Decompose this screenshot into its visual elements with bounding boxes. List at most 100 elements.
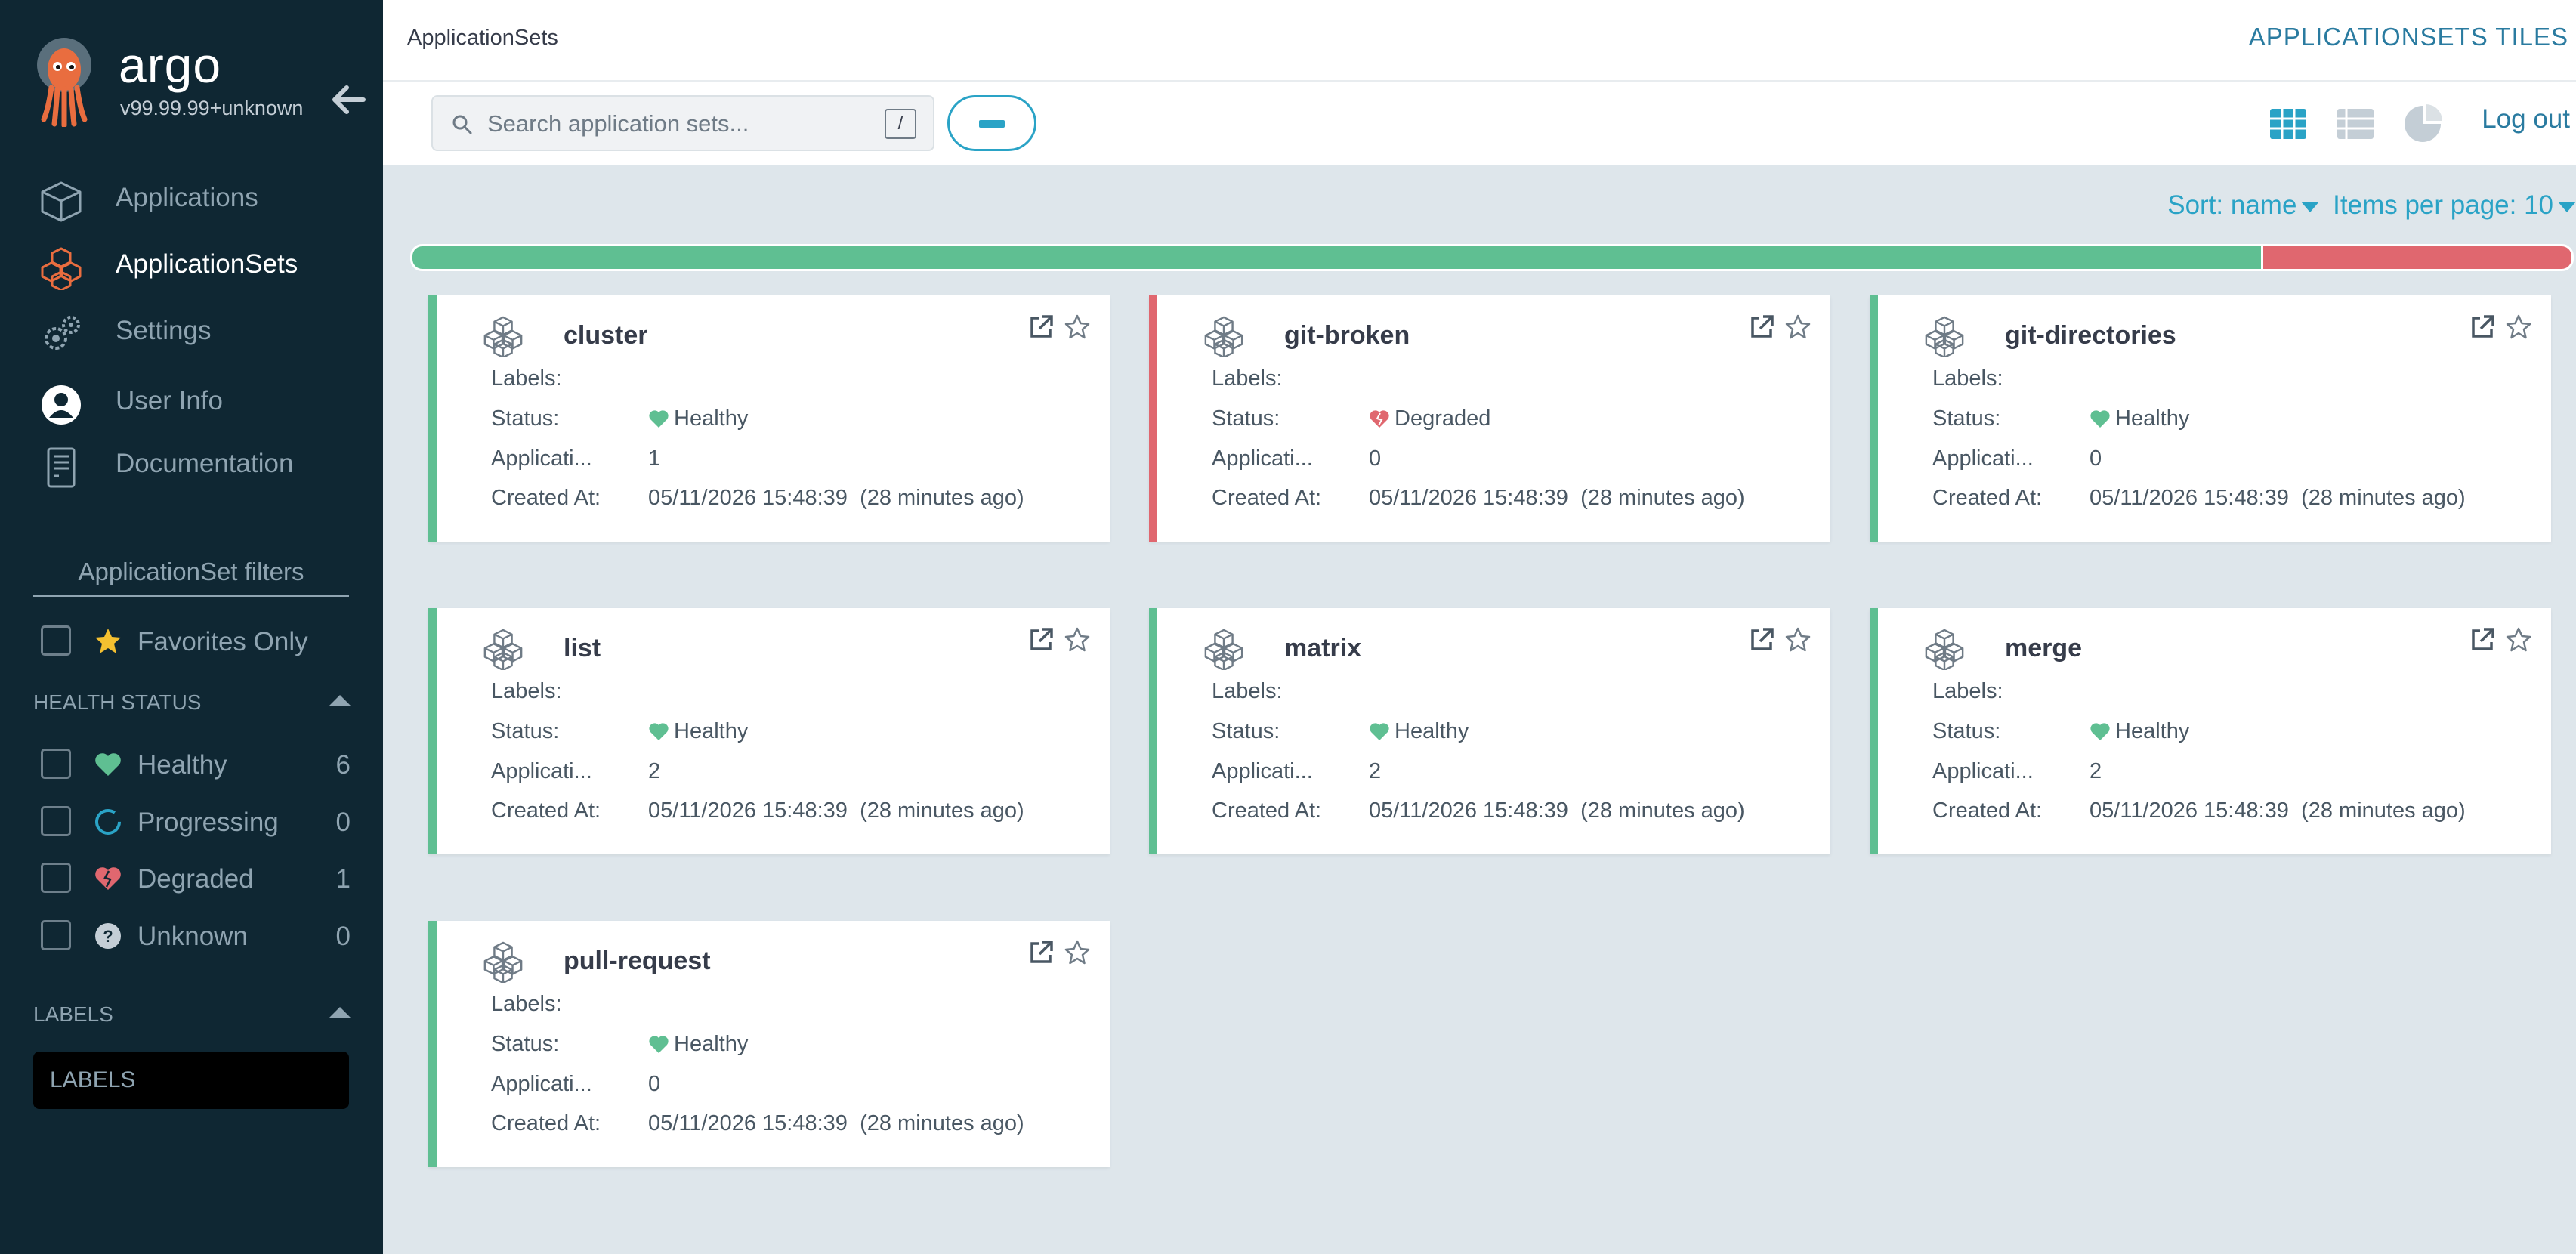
applications-count: 0 (2090, 446, 2102, 471)
applicationset-tile-merge[interactable]: merge Labels: Status: Healthy Applicati.… (1870, 608, 2551, 854)
applicationset-tile-pull-request[interactable]: pull-request Labels: Status: Healthy App… (428, 921, 1110, 1167)
toolbar: / Log out (383, 82, 2576, 165)
applicationset-cubes-icon (1204, 316, 1243, 357)
health-filter-progressing[interactable]: Progressing 0 (41, 800, 351, 842)
status-value: Healthy (2090, 719, 2189, 744)
created-relative: (28 minutes ago) (860, 798, 1024, 823)
nav-item-settings[interactable]: Settings (0, 301, 383, 361)
tiles-view-icon[interactable] (2267, 103, 2309, 145)
external-link-icon[interactable] (1748, 626, 1775, 653)
health-filter-degraded[interactable]: Degraded 1 (41, 857, 351, 899)
pie-chart-view-icon[interactable] (2401, 103, 2444, 145)
collapse-sidebar-arrow-icon[interactable] (329, 83, 366, 116)
applications-count: 0 (648, 1072, 661, 1096)
external-link-icon[interactable] (2469, 626, 2496, 653)
logout-button[interactable]: Log out (2482, 104, 2570, 134)
favorite-star-icon[interactable] (1784, 626, 1812, 653)
tile-name[interactable]: git-directories (2005, 321, 2176, 351)
applications-count: 2 (1369, 759, 1382, 783)
health-bar-healthy-segment (412, 246, 2264, 269)
items-per-page-label: Items per page: 10 (2333, 190, 2553, 220)
tile-name[interactable]: git-broken (1284, 321, 1410, 351)
health-checkbox[interactable] (41, 749, 71, 779)
favorite-star-icon[interactable] (2505, 314, 2532, 341)
status-field-label: Status: (491, 719, 560, 743)
external-link-icon[interactable] (2469, 314, 2496, 341)
heart-broken-icon (95, 867, 121, 890)
created-at-value: 05/11/2026 15:48:39 (28 minutes ago) (2090, 486, 2466, 511)
external-link-icon[interactable] (1027, 314, 1055, 341)
health-heart-icon (1370, 410, 1389, 428)
filters-title: ApplicationSet filters (33, 558, 349, 597)
tile-name[interactable]: list (564, 634, 601, 663)
applicationset-tile-cluster[interactable]: cluster Labels: Status: Healthy Applicat… (428, 295, 1110, 542)
favorites-checkbox[interactable] (41, 625, 71, 656)
created-at-field-label: Created At: (1932, 486, 2043, 510)
gears-icon (45, 316, 80, 350)
status-value: Healthy (648, 1032, 748, 1057)
favorite-star-icon[interactable] (1064, 626, 1091, 653)
favorite-star-icon[interactable] (1784, 314, 1812, 341)
status-value: Degraded (1369, 406, 1490, 431)
health-checkbox[interactable] (41, 863, 71, 893)
applications-field-label: Applicati... (491, 759, 592, 783)
favorite-star-icon[interactable] (2505, 626, 2532, 653)
search-icon (452, 115, 472, 134)
question-circle-icon: ? (95, 923, 121, 949)
nav-item-applicationsets[interactable]: ApplicationSets (0, 234, 383, 295)
status-text: Healthy (674, 1032, 749, 1056)
labels-section-header[interactable]: LABELS (33, 1002, 351, 1033)
tile-name[interactable]: matrix (1284, 634, 1361, 663)
health-heart-icon (2090, 723, 2110, 740)
items-per-page-dropdown[interactable]: Items per page: 10 (2333, 190, 2576, 220)
favorites-only-filter[interactable]: Favorites Only (41, 619, 351, 662)
status-text: Healthy (674, 719, 749, 743)
status-value: Healthy (1369, 719, 1469, 744)
health-checkbox[interactable] (41, 806, 71, 836)
collapse-caret-icon[interactable] (329, 1007, 351, 1018)
sort-dropdown[interactable]: Sort: name (2167, 190, 2320, 220)
created-at-field-label: Created At: (1212, 798, 1322, 823)
collapse-caret-icon[interactable] (329, 695, 351, 706)
health-checkbox[interactable] (41, 920, 71, 950)
labels-field-label: Labels: (1212, 366, 1283, 391)
labels-field-label: Labels: (1212, 679, 1283, 703)
caret-down-icon (2558, 201, 2576, 212)
applicationset-tile-matrix[interactable]: matrix Labels: Status: Healthy Applicati… (1149, 608, 1830, 854)
applications-field-label: Applicati... (1932, 446, 2034, 471)
user-circle-icon (42, 385, 81, 425)
health-filter-healthy[interactable]: Healthy 6 (41, 743, 351, 785)
tile-name[interactable]: merge (2005, 634, 2082, 663)
applications-count: 0 (1369, 446, 1382, 471)
search-input[interactable] (486, 106, 851, 142)
external-link-icon[interactable] (1027, 626, 1055, 653)
search-shortcut-key: / (885, 109, 916, 139)
nav-item-documentation[interactable]: Documentation (0, 434, 383, 494)
favorite-star-icon[interactable] (1064, 939, 1091, 966)
external-link-icon[interactable] (1748, 314, 1775, 341)
list-view-icon[interactable] (2334, 103, 2377, 145)
breadcrumb[interactable]: ApplicationSets (407, 26, 558, 51)
sort-controls: Sort: name Items per page: 10 (2167, 190, 2576, 221)
health-status-section-header[interactable]: HEALTH STATUS (33, 690, 351, 721)
nav-item-applications[interactable]: Applications (0, 168, 383, 228)
status-value: Healthy (648, 719, 748, 744)
tile-name[interactable]: cluster (564, 321, 648, 351)
filter-toggle-button[interactable] (947, 95, 1036, 151)
favorite-star-icon[interactable] (1064, 314, 1091, 341)
nav-item-user-info[interactable]: User Info (0, 371, 383, 431)
status-field-label: Status: (1932, 719, 2001, 743)
health-bar-degraded-segment (2263, 246, 2571, 269)
applicationset-tile-git-directories[interactable]: git-directories Labels: Status: Healthy … (1870, 295, 2551, 542)
labels-field-label: Labels: (1932, 679, 2003, 703)
health-summary-bar (410, 244, 2574, 271)
created-timestamp: 05/11/2026 15:48:39 (1369, 486, 1568, 510)
applicationset-tile-git-broken[interactable]: git-broken Labels: Status: Degraded Appl… (1149, 295, 1830, 542)
labels-filter-input[interactable] (33, 1052, 349, 1109)
external-link-icon[interactable] (1027, 939, 1055, 966)
applicationset-tile-list[interactable]: list Labels: Status: Healthy Applicati..… (428, 608, 1110, 854)
health-filter-unknown[interactable]: ? Unknown 0 (41, 914, 351, 956)
tile-name[interactable]: pull-request (564, 947, 711, 976)
applicationset-cubes-icon (483, 629, 523, 670)
search-box[interactable]: / (431, 95, 934, 151)
